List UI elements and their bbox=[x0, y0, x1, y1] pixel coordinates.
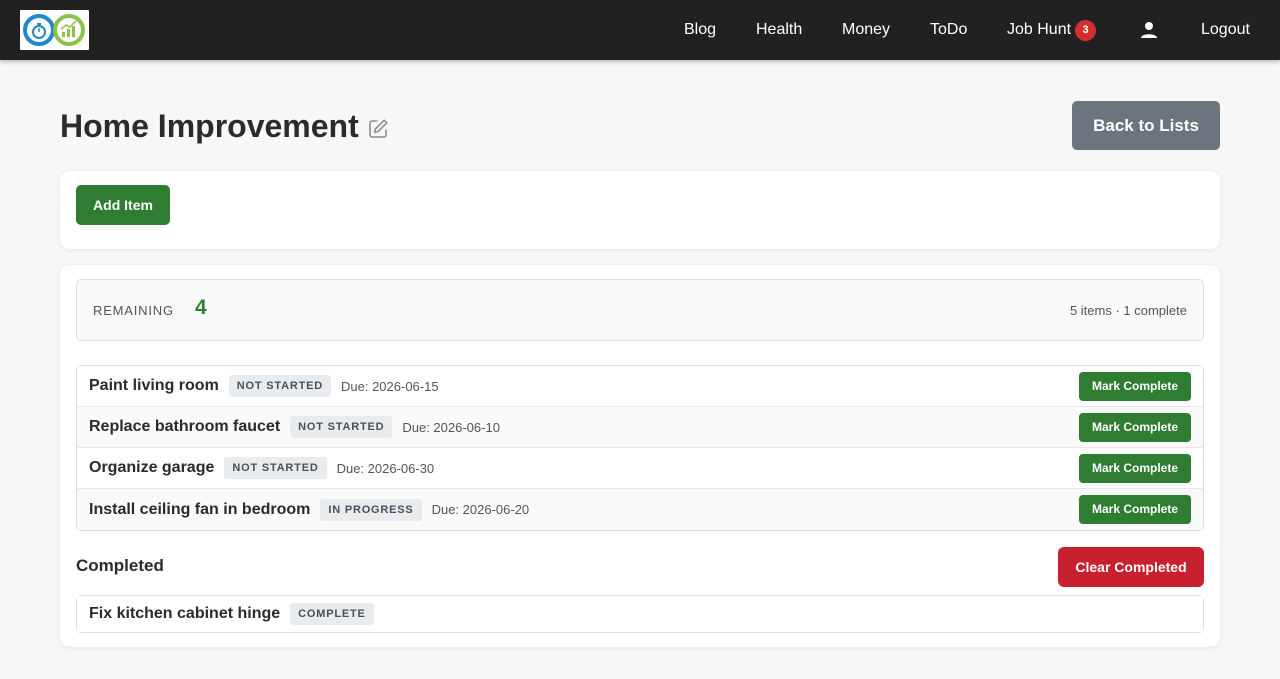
pencil-square-icon[interactable] bbox=[368, 118, 389, 139]
nav-link-todo[interactable]: ToDo bbox=[930, 20, 967, 40]
back-to-lists-button[interactable]: Back to Lists bbox=[1072, 101, 1220, 150]
item-title: Paint living room bbox=[89, 377, 219, 394]
logo-icon bbox=[23, 14, 85, 46]
due-date: Due: 2026-06-15 bbox=[341, 378, 439, 394]
user-icon[interactable] bbox=[1140, 21, 1158, 39]
status-badge: NOT STARTED bbox=[228, 375, 331, 397]
due-date: Due: 2026-06-20 bbox=[431, 502, 530, 517]
nav-link-job-hunt-label: Job Hunt bbox=[1007, 21, 1072, 38]
todo-list-card: REMAINING 4 5 items · 1 complete Paint l… bbox=[60, 265, 1220, 647]
remaining-count: 4 bbox=[195, 296, 207, 319]
top-navbar: Blog Health Money ToDo Job Hunt 3 Logout bbox=[0, 0, 1280, 60]
list-item: Organize garage NOT STARTED Due: 2026-06… bbox=[77, 448, 1203, 489]
status-badge: COMPLETE bbox=[290, 603, 374, 625]
completed-items-list: Fix kitchen cabinet hinge COMPLETE bbox=[76, 595, 1204, 633]
mark-complete-button[interactable]: Mark Complete bbox=[1079, 372, 1191, 401]
nav-link-health[interactable]: Health bbox=[756, 20, 802, 40]
clear-completed-button[interactable]: Clear Completed bbox=[1058, 547, 1204, 587]
status-badge: NOT STARTED bbox=[224, 457, 327, 479]
mark-complete-button[interactable]: Mark Complete bbox=[1079, 454, 1191, 483]
due-date: Due: 2026-06-30 bbox=[336, 460, 435, 476]
list-item: Replace bathroom faucet NOT STARTED Due:… bbox=[77, 407, 1203, 448]
app-logo[interactable] bbox=[20, 10, 89, 50]
summary-panel: REMAINING 4 5 items · 1 complete bbox=[76, 279, 1204, 341]
item-title: Install ceiling fan in bedroom bbox=[89, 500, 311, 518]
list-item: Fix kitchen cabinet hinge COMPLETE bbox=[77, 596, 1203, 632]
nav-link-blog[interactable]: Blog bbox=[684, 20, 716, 40]
item-title: Organize garage bbox=[89, 459, 215, 476]
add-item-button[interactable]: Add Item bbox=[76, 185, 170, 225]
active-items-list: Paint living room NOT STARTED Due: 2026-… bbox=[76, 365, 1204, 531]
list-item: Install ceiling fan in bedroom IN PROGRE… bbox=[77, 489, 1203, 530]
list-item: Paint living room NOT STARTED Due: 2026-… bbox=[77, 366, 1203, 407]
logout-link[interactable]: Logout bbox=[1201, 20, 1250, 40]
mark-complete-button[interactable]: Mark Complete bbox=[1079, 495, 1191, 524]
nav-link-job-hunt[interactable]: Job Hunt 3 bbox=[1007, 20, 1097, 41]
nav-link-money[interactable]: Money bbox=[842, 20, 890, 40]
notification-badge: 3 bbox=[1075, 20, 1097, 41]
due-date: Due: 2026-06-10 bbox=[402, 419, 500, 435]
status-badge: IN PROGRESS bbox=[320, 498, 422, 521]
remaining-label: REMAINING bbox=[93, 303, 174, 318]
status-badge: NOT STARTED bbox=[290, 416, 393, 438]
item-title: Replace bathroom faucet bbox=[89, 418, 281, 435]
completed-heading: Completed bbox=[76, 556, 164, 575]
add-item-card: Add Item bbox=[60, 171, 1220, 249]
mark-complete-button[interactable]: Mark Complete bbox=[1079, 413, 1191, 442]
item-title: Fix kitchen cabinet hinge bbox=[89, 605, 281, 622]
items-summary-text: 5 items · 1 complete bbox=[1069, 303, 1187, 318]
page-title: Home Improvement bbox=[60, 108, 359, 144]
